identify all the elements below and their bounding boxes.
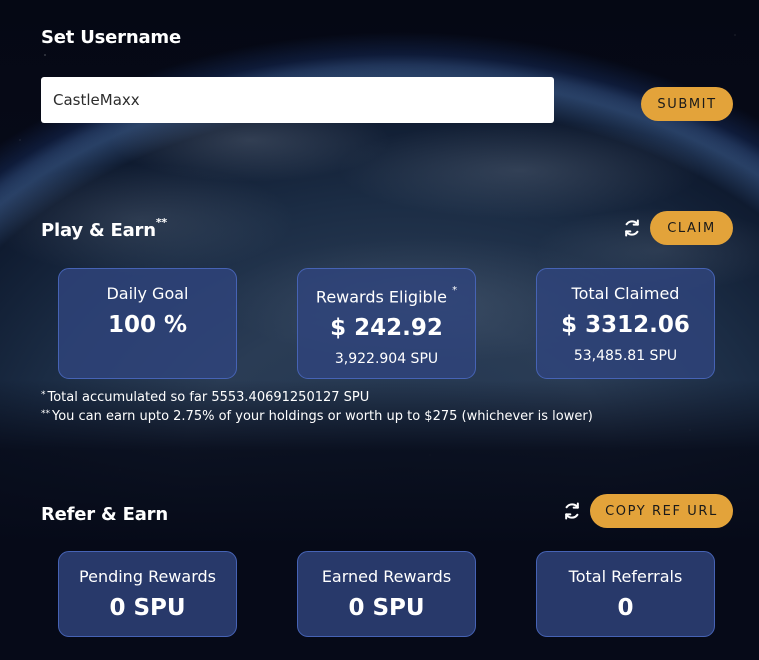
rewards-eligible-label-wrap: Rewards Eligible * — [298, 284, 475, 307]
play-earn-heading: Play & Earn** — [41, 216, 167, 241]
submit-button[interactable]: SUBMIT — [641, 87, 733, 121]
earned-rewards-card: Earned Rewards 0 SPU — [297, 551, 476, 637]
pending-rewards-value: 0 SPU — [109, 595, 186, 621]
rewards-eligible-card: Rewards Eligible * $ 242.92 3,922.904 SP… — [297, 268, 476, 379]
total-referrals-label: Total Referrals — [568, 567, 683, 586]
play-refresh-icon[interactable] — [621, 217, 643, 239]
rewards-eligible-label: Rewards Eligible — [315, 287, 447, 307]
rewards-eligible-spu: 3,922.904 SPU — [334, 351, 439, 368]
daily-goal-label: Daily Goal — [106, 284, 189, 303]
refer-refresh-icon[interactable] — [561, 500, 583, 522]
daily-goal-value: 100 % — [107, 312, 188, 338]
total-claimed-card: Total Claimed $ 3312.06 53,485.81 SPU — [536, 268, 715, 379]
username-input[interactable] — [41, 77, 554, 123]
footnote-earn-limit: ** You can earn upto 2.75% of your holdin… — [41, 408, 593, 427]
refer-earn-heading: Refer & Earn — [41, 504, 168, 525]
footnote-mark: * — [41, 390, 46, 400]
pending-rewards-label: Pending Rewards — [79, 567, 216, 586]
refer-earn-title: Refer & Earn — [41, 504, 168, 525]
play-earn-title-mark: ** — [155, 216, 167, 229]
footnote-text: You can earn upto 2.75% of your holdings… — [52, 409, 593, 424]
set-username-title: Set Username — [41, 27, 181, 48]
play-earn-title: Play & Earn — [41, 220, 156, 241]
rewards-eligible-value: $ 242.92 — [330, 315, 443, 342]
daily-goal-card: Daily Goal 100 % — [58, 268, 237, 379]
total-referrals-card: Total Referrals 0 — [536, 551, 715, 637]
total-claimed-value: $ 3312.06 — [561, 312, 690, 338]
claim-button[interactable]: CLAIM — [650, 211, 733, 245]
total-claimed-label: Total Claimed — [571, 284, 680, 303]
copy-ref-url-button[interactable]: COPY REF URL — [590, 494, 733, 528]
rewards-eligible-mark: * — [452, 285, 458, 296]
total-claimed-spu: 53,485.81 SPU — [573, 348, 678, 364]
set-username-heading: Set Username — [41, 27, 181, 48]
earned-rewards-value: 0 SPU — [348, 595, 425, 621]
total-referrals-value: 0 — [617, 595, 634, 621]
rewards-panel: Set Username SUBMIT Play & Earn** CLAIM … — [0, 0, 759, 660]
footnote-mark: ** — [41, 409, 50, 419]
pending-rewards-card: Pending Rewards 0 SPU — [58, 551, 237, 637]
footnote-text: Total accumulated so far 5553.4069125012… — [47, 390, 370, 405]
earned-rewards-label: Earned Rewards — [321, 567, 452, 586]
footnote-total-accumulated: * Total accumulated so far 5553.406912501… — [41, 389, 369, 408]
